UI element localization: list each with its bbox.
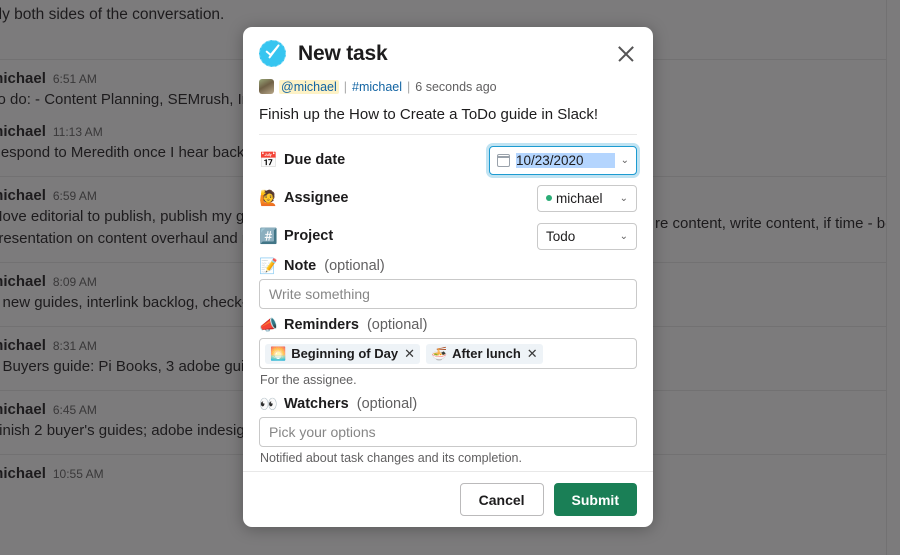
task-timestamp: 6 seconds ago [415, 79, 497, 94]
note-input[interactable] [259, 279, 637, 309]
assignee-label: Assignee [284, 190, 349, 206]
close-icon[interactable] [615, 43, 637, 65]
reminder-chip-label: After lunch [452, 346, 521, 361]
chevron-down-icon: ⌄ [619, 230, 628, 242]
modal-title: New task [298, 41, 388, 65]
person-raising-hand-emoji: 🙋 [259, 189, 278, 207]
modal-header: New task [243, 27, 653, 77]
todo-app-icon [259, 40, 286, 67]
submit-button[interactable]: Submit [553, 483, 637, 516]
assignee-label-group: 🙋 Assignee [259, 190, 537, 206]
task-meta: @michael | #michael | 6 seconds ago [259, 79, 637, 94]
remove-chip-icon[interactable]: ✕ [527, 346, 538, 362]
sunrise-emoji: 🌅 [270, 346, 287, 361]
assignee-row: 🙋 Assignee michael ⌄ [259, 182, 637, 214]
reminders-optional-tag: (optional) [366, 317, 428, 333]
project-select[interactable]: Todo ⌄ [537, 222, 637, 250]
note-optional-tag: (optional) [324, 258, 385, 274]
note-label: Note [284, 258, 317, 274]
assignee-select[interactable]: michael ⌄ [537, 184, 637, 212]
ramen-emoji: 🍜 [430, 346, 448, 361]
watchers-label: Watchers [284, 396, 349, 412]
hash-emoji: #️⃣ [259, 227, 278, 245]
calendar-emoji: 📅 [259, 151, 278, 169]
calendar-icon [496, 153, 510, 167]
due-date-row: 📅 Due date 10/23/2020 ⌄ [259, 144, 637, 176]
chevron-down-icon: ⌄ [619, 192, 628, 204]
remove-chip-icon[interactable]: ✕ [404, 346, 415, 362]
chevron-down-icon: ⌄ [620, 154, 629, 166]
assignee-value: michael [556, 190, 603, 206]
reminders-block: 📣 Reminders (optional) 🌅 Beginning of Da… [259, 317, 637, 387]
reminder-chip-label: Beginning of Day [291, 346, 399, 361]
due-date-value: 10/23/2020 [516, 152, 615, 168]
reminder-chip: 🍜 After lunch ✕ [425, 343, 543, 364]
section-divider [259, 134, 637, 135]
new-task-modal: New task @michael | #michael | 6 seconds… [243, 27, 653, 527]
project-label-group: #️⃣ Project [259, 228, 537, 244]
reminders-label: Reminders [284, 317, 359, 333]
reminders-help-text: For the assignee. [260, 373, 357, 387]
due-date-label: Due date [284, 152, 346, 168]
watchers-label-group: 👀 Watchers (optional) [259, 396, 637, 412]
project-value: Todo [546, 228, 576, 244]
reminder-chip: 🌅 Beginning of Day ✕ [265, 343, 420, 364]
cancel-button[interactable]: Cancel [459, 483, 544, 516]
megaphone-emoji: 📣 [259, 316, 278, 334]
task-description: Finish up the How to Create a ToDo guide… [259, 106, 599, 123]
watchers-optional-tag: (optional) [356, 396, 418, 412]
reminders-chip-input[interactable]: 🌅 Beginning of Day ✕ 🍜 After lunch ✕ [259, 338, 637, 369]
project-label: Project [284, 228, 334, 244]
presence-dot-icon [546, 195, 552, 201]
author-mention[interactable]: @michael [279, 79, 339, 94]
due-date-select[interactable]: 10/23/2020 ⌄ [489, 145, 637, 175]
eyes-emoji: 👀 [259, 395, 278, 413]
modal-footer: Cancel Submit [243, 471, 653, 527]
user-avatar [259, 79, 274, 94]
watchers-input[interactable] [259, 417, 637, 447]
note-label-group: 📝 Note (optional) [259, 258, 637, 274]
project-row: #️⃣ Project Todo ⌄ [259, 220, 637, 252]
reminders-label-group: 📣 Reminders (optional) [259, 317, 637, 333]
meta-separator: | [407, 79, 411, 94]
watchers-help-text: Notified about task changes and its comp… [260, 451, 522, 465]
note-block: 📝 Note (optional) [259, 258, 637, 309]
modal-body: @michael | #michael | 6 seconds ago Fini… [243, 77, 653, 471]
due-date-label-group: 📅 Due date [259, 152, 489, 168]
watchers-block: 👀 Watchers (optional) Notified about tas… [259, 396, 637, 465]
assignee-value-group: michael [546, 191, 610, 206]
channel-link[interactable]: #michael [352, 80, 402, 94]
memo-emoji: 📝 [259, 257, 278, 275]
meta-separator: | [343, 79, 348, 94]
